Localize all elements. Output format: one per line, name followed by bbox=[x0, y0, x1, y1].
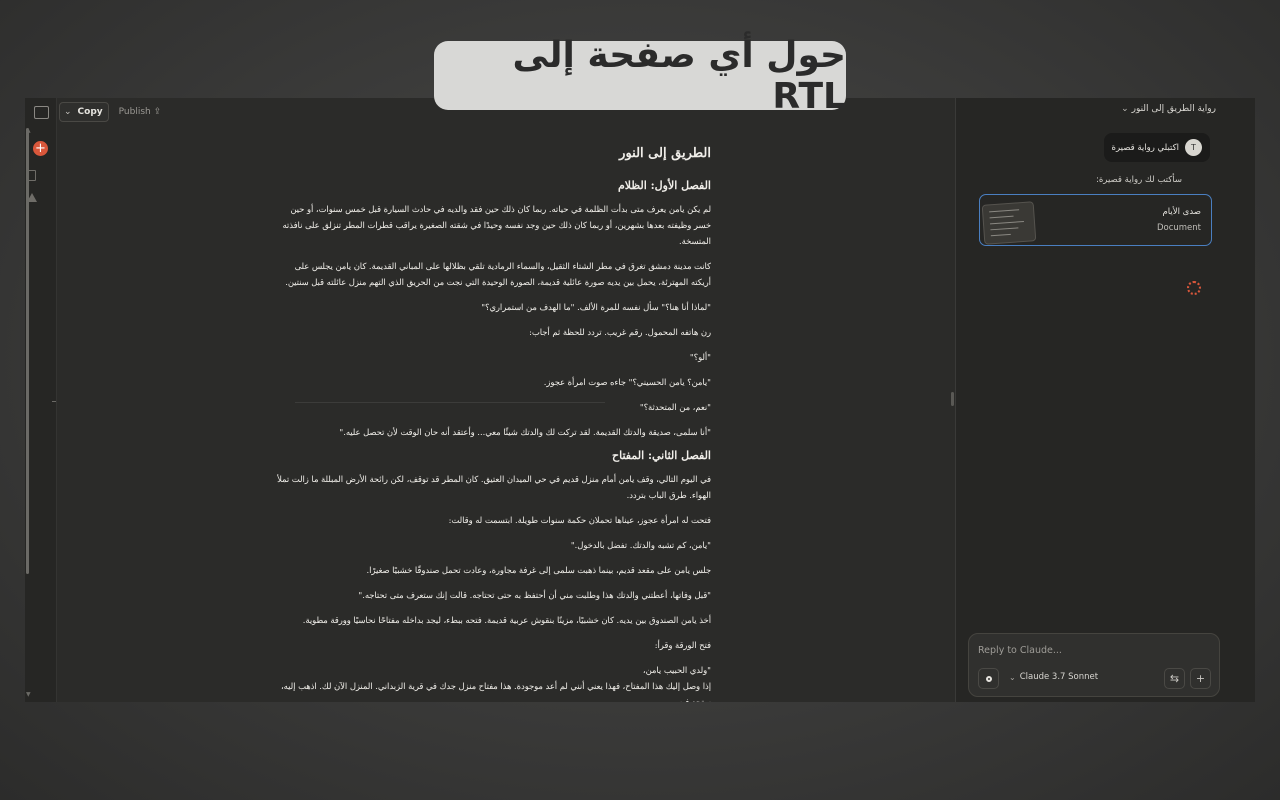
paragraph: فتحت له امرأة عجوز، عيناها تحملان حكمة س… bbox=[448, 515, 711, 525]
paragraph: "يامن؟ يامن الحسيني؟" جاءه صوت امرأة عجو… bbox=[543, 377, 711, 387]
paragraph: رن هاتفه المحمول. رقم غريب. تردد للحظة ث… bbox=[529, 327, 711, 337]
document-title: الطريق إلى النور bbox=[619, 146, 711, 161]
scroll-down-icon[interactable]: ▼ bbox=[26, 691, 31, 698]
assistant-message: سأكتب لك رواية قصيرة: bbox=[1095, 175, 1182, 185]
artifact-toolbar: ⌄ Copy Publish ⇪ bbox=[59, 102, 161, 122]
reply-input[interactable]: Reply to Claude... bbox=[978, 645, 1062, 656]
paragraph: "قبل وفاتها، أعطتني والدتك هذا وطلبت مني… bbox=[358, 590, 711, 600]
publish-icon: ⇪ bbox=[153, 107, 162, 117]
sidebar-toggle-icon[interactable] bbox=[34, 106, 49, 119]
chevron-down-icon: ⌄ bbox=[1009, 672, 1016, 682]
paragraph: أخذ يامن الصندوق بين يديه. كان خشبيًا، م… bbox=[302, 615, 711, 625]
banner-text: حول أي صفحة إلى RTL bbox=[512, 34, 846, 117]
reply-composer[interactable]: Reply to Claude... ⌄ Claude 3.7 Sonnet ⇆… bbox=[968, 633, 1220, 697]
publish-button[interactable]: Publish ⇪ bbox=[119, 107, 162, 117]
resize-handle[interactable] bbox=[52, 401, 56, 402]
artifact-card[interactable]: صدى الأيام Document bbox=[979, 194, 1212, 246]
paragraph: لم يكن يامن يعرف متى بدأت الظلمة في حيات… bbox=[282, 204, 711, 246]
artifact-type: Document bbox=[1156, 223, 1201, 233]
scroll-up-icon[interactable]: ▲ bbox=[26, 127, 31, 134]
settings-sliders-button[interactable]: ⇆ bbox=[1164, 668, 1185, 689]
loading-spinner-icon bbox=[1187, 281, 1201, 295]
model-name: Claude 3.7 Sonnet bbox=[1019, 672, 1099, 682]
chat-panel: رواية الطريق إلى النور ⌄ T اكتبلي رواية … bbox=[955, 98, 1255, 702]
chevron-down-icon[interactable]: ⌄ bbox=[64, 107, 72, 117]
paragraph: "ألو؟" bbox=[689, 352, 711, 362]
paragraph: "يامن، كم تشبه والدتك. تفضل بالدخول." bbox=[570, 540, 711, 550]
left-rail: + ▲ ▼ bbox=[25, 98, 57, 702]
user-message: T اكتبلي رواية قصيرة bbox=[1103, 133, 1210, 162]
new-chat-button[interactable]: + bbox=[33, 141, 48, 156]
rail-scrollbar[interactable] bbox=[26, 128, 29, 574]
paragraph: في اليوم التالي، وقف يامن أمام منزل قديم… bbox=[277, 474, 711, 500]
copy-label: Copy bbox=[77, 107, 103, 117]
model-selector[interactable]: ⌄ Claude 3.7 Sonnet bbox=[1009, 672, 1098, 682]
chapter-heading: الفصل الثاني: المفتاح bbox=[612, 449, 711, 462]
avatar: T bbox=[1185, 139, 1202, 156]
paragraph: "لماذا أنا هنا؟" سأل نفسه للمرة الألف. "… bbox=[481, 302, 711, 312]
chevron-down-icon[interactable]: ⌄ bbox=[1121, 104, 1129, 114]
add-attachment-button[interactable]: + bbox=[1190, 668, 1211, 689]
artifact-thumbnail bbox=[981, 201, 1037, 245]
paragraph: "ولدي الحبيب يامن، bbox=[642, 665, 711, 675]
rtl-banner: حول أي صفحة إلى RTL bbox=[434, 35, 846, 117]
chapter-heading: الفصل الأول: الظلام bbox=[617, 179, 711, 192]
paragraph: جلس يامن على مقعد قديم، بينما ذهبت سلمى … bbox=[366, 565, 711, 575]
chat-title[interactable]: رواية الطريق إلى النور ⌄ bbox=[1117, 104, 1216, 114]
document-content: الطريق إلى النور الفصل الأول: الظلام لم … bbox=[275, 146, 711, 702]
divider bbox=[295, 402, 605, 403]
panel-resize-handle[interactable] bbox=[951, 392, 954, 406]
paragraph: إذا وصل إليك هذا المفتاح، فهذا يعني أنني… bbox=[281, 681, 711, 702]
chat-title-text: رواية الطريق إلى النور bbox=[1131, 104, 1216, 114]
tools-button[interactable] bbox=[978, 668, 999, 689]
app-window: + ▲ ▼ ⌄ Copy Publish ⇪ الطريق إلى النور … bbox=[25, 98, 1255, 702]
artifact-title: صدى الأيام bbox=[1162, 207, 1201, 217]
target-icon bbox=[985, 675, 992, 682]
publish-label: Publish bbox=[118, 107, 151, 117]
paragraph: "أنا سلمى، صديقة والدتك القديمة. لقد ترك… bbox=[339, 427, 711, 437]
user-message-text: اكتبلي رواية قصيرة bbox=[1111, 142, 1179, 153]
copy-button[interactable]: ⌄ Copy bbox=[59, 102, 109, 122]
paragraph: فتح الورقة وقرأ: bbox=[654, 640, 711, 650]
paragraph: كانت مدينة دمشق تغرق في مطر الشتاء الثقي… bbox=[285, 261, 711, 287]
